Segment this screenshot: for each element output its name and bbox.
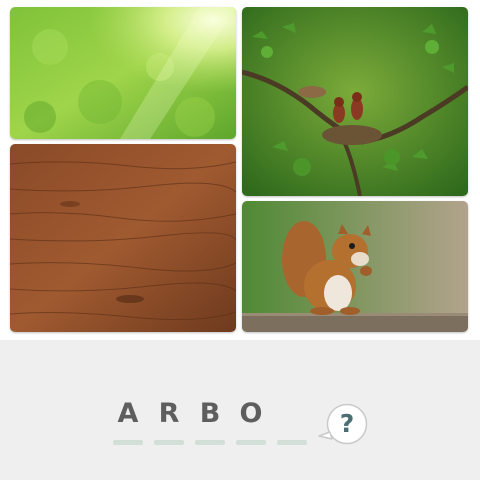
image-birds-nest	[242, 7, 468, 196]
slot-underline	[113, 440, 143, 445]
slot-underline	[277, 440, 307, 445]
slot-letter: O	[239, 398, 263, 429]
answer-slot[interactable]: A	[113, 398, 143, 448]
slot-underline	[154, 440, 184, 445]
slot-letter: A	[117, 398, 139, 429]
image-wood-planks	[10, 144, 236, 332]
answer-slot[interactable]: B	[195, 398, 225, 448]
slot-letter: B	[199, 398, 221, 429]
image-sunlit-foliage	[10, 7, 236, 139]
answer-slot[interactable]: O	[236, 398, 266, 448]
slot-underline	[195, 440, 225, 445]
hint-button[interactable]: ?	[318, 402, 368, 446]
answer-row: A R B O	[113, 398, 313, 448]
slot-letter: R	[158, 398, 180, 429]
image-squirrel	[242, 201, 468, 332]
answer-slot[interactable]	[277, 398, 307, 448]
question-mark-icon: ?	[339, 409, 355, 438]
answer-slot[interactable]: R	[154, 398, 184, 448]
slot-underline	[236, 440, 266, 445]
picture-board	[0, 0, 480, 340]
